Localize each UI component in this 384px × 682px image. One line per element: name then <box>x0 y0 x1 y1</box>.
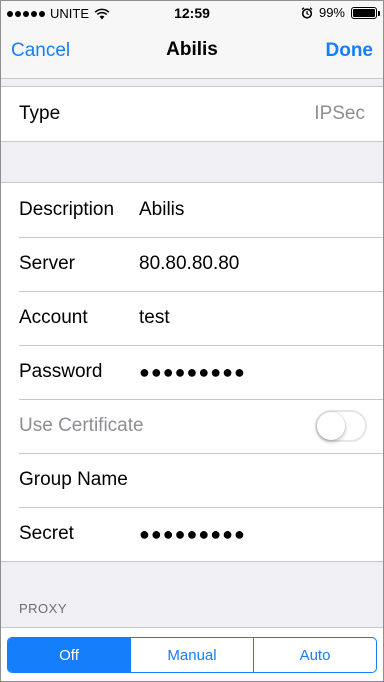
use-certificate-label: Use Certificate <box>19 415 144 436</box>
proxy-option-auto[interactable]: Auto <box>253 638 376 672</box>
password-row: Password ●●●●●●●●● <box>1 345 383 399</box>
server-label: Server <box>19 253 75 274</box>
secret-field[interactable]: ●●●●●●●●● <box>139 524 246 545</box>
password-field[interactable]: ●●●●●●●●● <box>139 362 246 383</box>
description-label: Description <box>19 199 115 220</box>
proxy-option-off[interactable]: Off <box>8 638 130 672</box>
use-certificate-toggle[interactable] <box>315 410 367 442</box>
battery-icon <box>351 6 380 19</box>
status-bar: UNITE 12:59 99% <box>1 1 383 25</box>
secret-label: Secret <box>19 523 74 544</box>
alarm-clock-icon <box>301 6 313 19</box>
vpn-config-screen: UNITE 12:59 99% Cancel Abilis Done Type … <box>0 0 384 682</box>
group-name-field[interactable] <box>139 468 339 492</box>
group-name-label: Group Name <box>19 469 128 490</box>
description-field[interactable]: Abilis <box>139 199 184 221</box>
use-certificate-row: Use Certificate <box>1 399 383 453</box>
battery-fill <box>353 8 375 17</box>
type-group: Type IPSec <box>1 86 383 142</box>
proxy-section-header: PROXY <box>19 601 68 616</box>
vpn-settings-group: Description Abilis Server 80.80.80.80 Ac… <box>1 182 383 562</box>
type-row[interactable]: Type IPSec <box>1 87 383 141</box>
account-label: Account <box>19 307 88 328</box>
toggle-knob <box>317 412 345 440</box>
account-row: Account test <box>1 291 383 345</box>
account-field[interactable]: test <box>139 307 170 329</box>
secret-row: Secret ●●●●●●●●● <box>1 507 383 561</box>
type-label: Type <box>19 103 61 124</box>
battery-percent: 99% <box>318 5 345 20</box>
password-label: Password <box>19 361 103 382</box>
server-row: Server 80.80.80.80 <box>1 237 383 291</box>
server-field[interactable]: 80.80.80.80 <box>139 253 239 275</box>
proxy-segmented-control: Off Manual Auto <box>7 637 377 673</box>
group-name-row: Group Name <box>1 453 383 507</box>
proxy-option-manual[interactable]: Manual <box>130 638 253 672</box>
description-row: Description Abilis <box>1 183 383 237</box>
done-button[interactable]: Done <box>326 40 374 62</box>
status-right: 99% <box>301 5 380 20</box>
proxy-group: Off Manual Auto <box>1 627 383 681</box>
type-value: IPSec <box>314 103 365 124</box>
navigation-bar: Cancel Abilis Done <box>1 25 383 79</box>
